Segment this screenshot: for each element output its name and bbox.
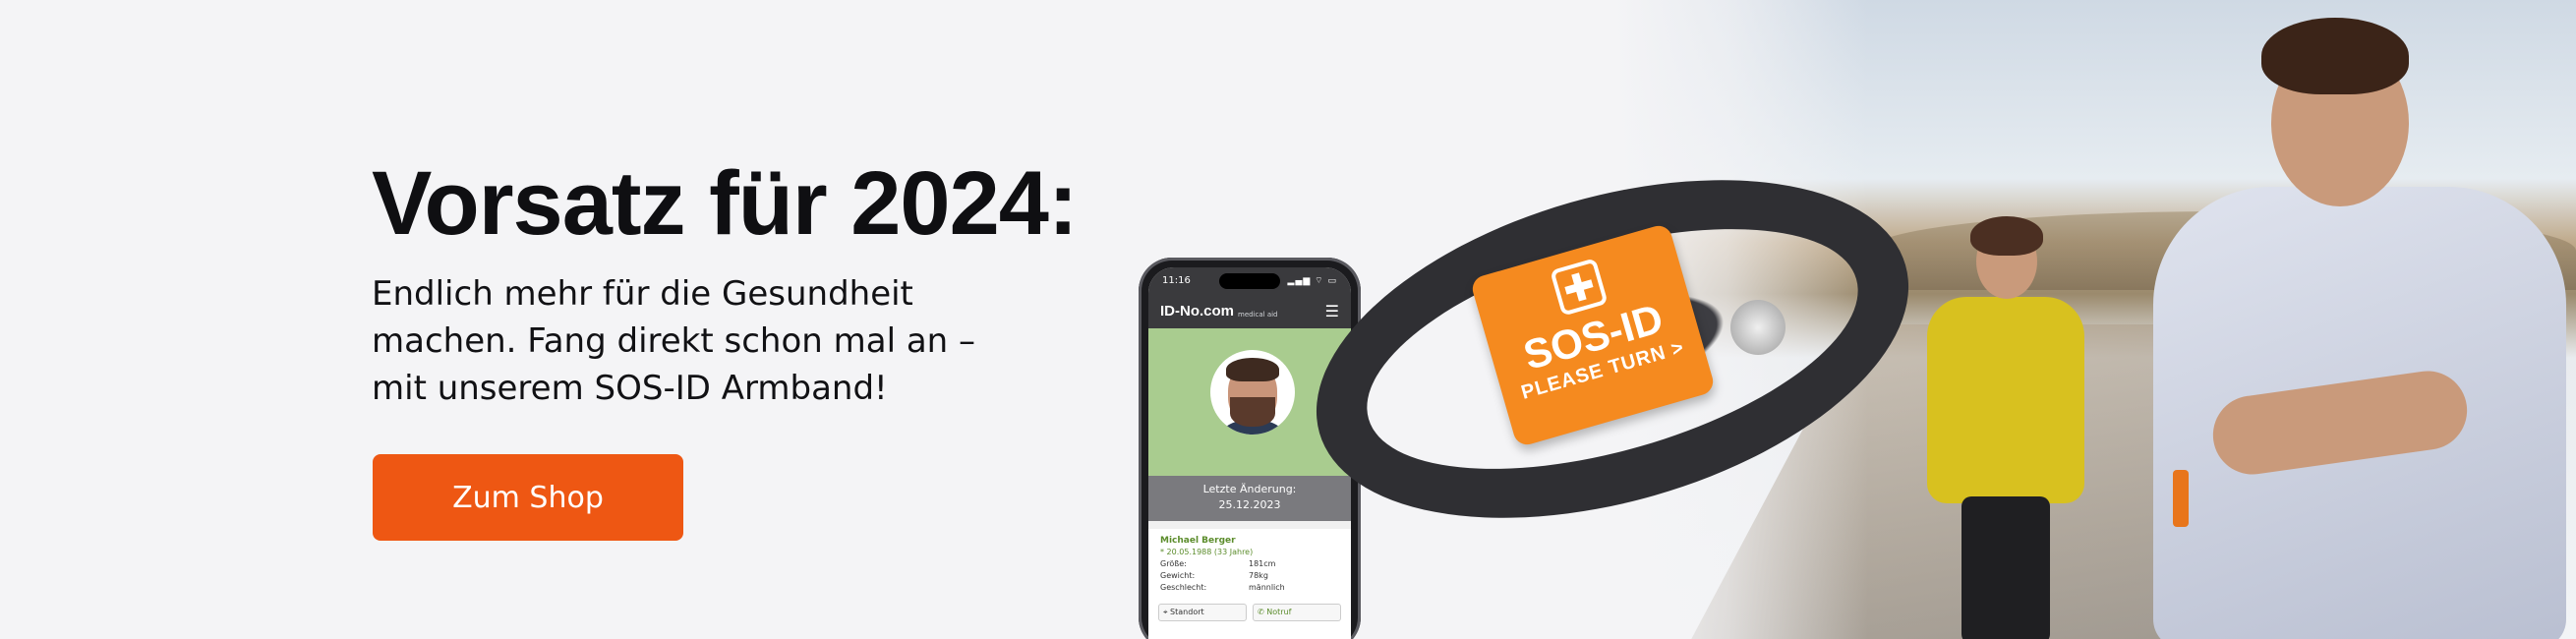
subline: Endlich mehr für die Gesundheit machen. … [372,274,976,408]
medical-cross-icon [1550,258,1609,317]
phone-time: 11:16 [1162,274,1191,286]
wristband-on-runner [2173,470,2189,527]
avatar [1210,350,1295,435]
headline: Vorsatz für 2024: [372,153,1079,254]
location-button[interactable]: ⌖ Standort [1158,604,1247,621]
profile-field: Gewicht: 78kg [1160,571,1268,580]
bracelet-clasp [1730,300,1786,355]
dynamic-island [1219,273,1280,289]
phone-actions: ⌖ Standort ✆ Notruf [1148,604,1351,621]
hero-banner: Vorsatz für 2024: Endlich mehr für die G… [0,0,2576,639]
app-logo-sub: medical aid [1238,311,1278,319]
runner-man [2065,0,2576,639]
app-logo: ID-No.com [1160,302,1234,320]
shop-button[interactable]: Zum Shop [373,454,683,541]
emergency-call-button[interactable]: ✆ Notruf [1253,604,1341,621]
profile-dob: * 20.05.1988 (33 Jahre) [1160,548,1254,556]
profile-field: Größe: 181cm [1160,559,1276,568]
sos-id-bracelet: SOS-ID PLEASE TURN > [1277,118,1948,580]
profile-field: Geschlecht: männlich [1160,583,1285,592]
